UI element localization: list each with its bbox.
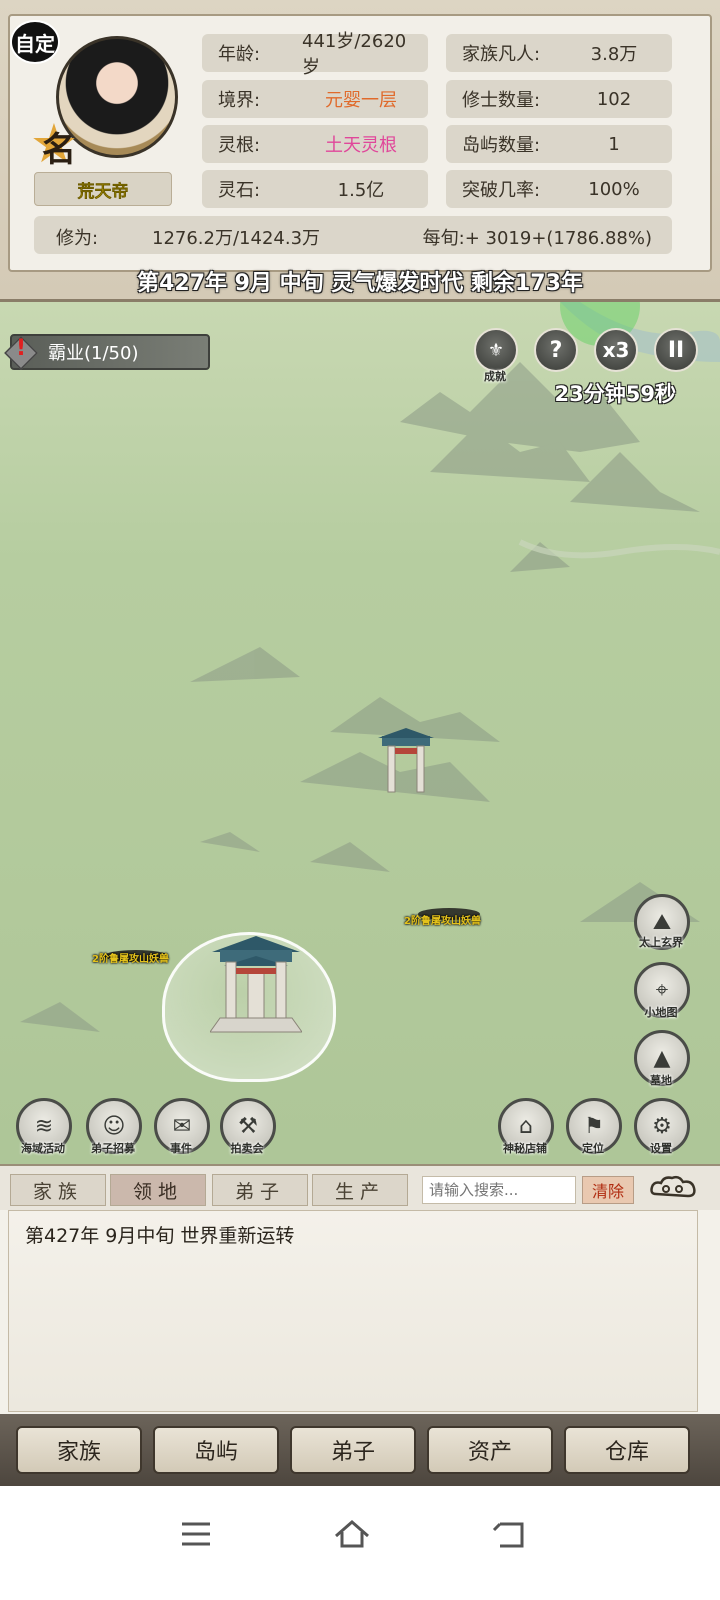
help-button[interactable]: ? — [534, 328, 578, 372]
location-pin-icon: ⌖ — [655, 977, 669, 1003]
bottom-nav: 家族 岛屿 弟子 资产 仓库 — [0, 1414, 720, 1486]
clear-button[interactable]: 清除 — [582, 1176, 634, 1204]
graveyard-label: 墓地 — [650, 1074, 672, 1087]
gavel-icon: ⚒ — [238, 1113, 258, 1139]
gear-icon: ⚙ — [652, 1113, 672, 1139]
tomb-mountain-icon: ▲ — [653, 1045, 671, 1071]
settings-label: 设置 — [650, 1142, 672, 1155]
event-log[interactable]: 第427年 9月中旬 世界重新运转 — [8, 1210, 698, 1412]
stat-spirit-stone: 灵石: 1.5亿 — [202, 170, 428, 208]
speed-button[interactable]: x3 — [594, 328, 638, 372]
stat-mortals-label: 家族凡人: — [462, 44, 541, 65]
cultivation-label: 修为: — [56, 228, 99, 249]
stat-islands-value: 1 — [608, 133, 620, 155]
events-label: 事件 — [170, 1142, 192, 1155]
stat-cultivators-value: 102 — [596, 88, 632, 110]
achievement-button[interactable]: ⚜ — [474, 328, 518, 372]
stat-breakthrough-value: 100% — [588, 178, 640, 200]
stat-breakthrough: 突破几率: 100% — [446, 170, 672, 208]
beast-label[interactable]: 2阶鲁屠攻山妖兽 — [92, 950, 169, 965]
stat-age-value: 441岁/2620岁 — [302, 31, 407, 78]
player-name[interactable]: 荒天帝 — [34, 172, 172, 206]
stat-islands-label: 岛屿数量: — [462, 135, 541, 156]
scroll-icon: ✉ — [172, 1113, 192, 1139]
stat-mortals-value: 3.8万 — [590, 44, 638, 65]
world-map[interactable]: 霸业(1/50) ! ⚜ ? x3 II 成就 23分钟59秒 2阶鲁屠攻山妖兽… — [0, 302, 720, 1164]
speed-label: x3 — [602, 338, 630, 362]
beast-label[interactable]: 2阶鲁屠攻山妖兽 — [404, 912, 481, 927]
flag-icon: ⚑ — [584, 1113, 604, 1139]
menu-icon[interactable] — [176, 1514, 216, 1554]
cultivation-bar: 修为: 1276.2万/1424.3万 每旬:+ 3019+(1786.88%) — [34, 216, 672, 254]
achievement-icon: ⚜ — [487, 339, 505, 361]
log-tab-bar: 家族 领地 弟子 生产 清除 — [0, 1164, 720, 1210]
person-icon: ☺ — [102, 1113, 126, 1139]
stat-root-value: 土天灵根 — [325, 135, 397, 156]
terrain-layer — [20, 302, 720, 1032]
gate-landmark-icon[interactable] — [376, 726, 436, 796]
stat-age: 年龄: 441岁/2620岁 — [202, 31, 428, 78]
stat-age-label: 年龄: — [218, 44, 261, 65]
achievement-label: 成就 — [484, 370, 506, 383]
cloud-icon[interactable] — [648, 1174, 698, 1204]
nav-family-button[interactable]: 家族 — [16, 1426, 142, 1474]
sect-gate-icon[interactable] — [210, 932, 302, 1036]
quest-banner[interactable]: 霸业(1/50) — [10, 334, 210, 370]
search-input[interactable] — [422, 1176, 576, 1204]
mountain-icon: ⛰ — [652, 909, 672, 935]
stat-cultivators: 修士数量: 102 — [446, 80, 672, 118]
stat-breakthrough-label: 突破几率: — [462, 180, 541, 201]
top-info-panel: 自定 ★ 名 荒天帝 年龄: 441岁/2620岁 境界: 元婴一层 灵根: 土… — [0, 0, 720, 302]
stat-islands: 岛屿数量: 1 — [446, 125, 672, 163]
mystery-shop-label: 神秘店铺 — [503, 1142, 547, 1155]
nav-assets-button[interactable]: 资产 — [427, 1426, 553, 1474]
tab-family[interactable]: 家族 — [10, 1174, 106, 1206]
stat-realm-value: 元婴一层 — [325, 90, 397, 111]
log-line: 第427年 9月中旬 世界重新运转 — [25, 1225, 295, 1247]
pause-icon: II — [667, 337, 685, 363]
tab-production[interactable]: 生产 — [312, 1174, 408, 1206]
tab-territory[interactable]: 领地 — [110, 1174, 206, 1206]
shop-icon: ⌂ — [519, 1113, 533, 1139]
stat-cultivators-label: 修士数量: — [462, 90, 541, 111]
back-icon[interactable] — [490, 1514, 530, 1554]
nav-disciples-button[interactable]: 弟子 — [290, 1426, 416, 1474]
year-banner: 第427年 9月 中旬 灵气爆发时代 剩余173年 — [137, 271, 583, 296]
nav-warehouse-button[interactable]: 仓库 — [564, 1426, 690, 1474]
countdown-timer: 23分钟59秒 — [554, 382, 676, 406]
custom-badge[interactable]: 自定 — [10, 20, 60, 64]
stat-mortals: 家族凡人: 3.8万 — [446, 34, 672, 72]
tab-disciples[interactable]: 弟子 — [212, 1174, 308, 1206]
stat-stone-label: 灵石: — [218, 180, 261, 201]
minimap-label: 小地图 — [644, 1006, 678, 1019]
stat-spirit-root: 灵根: 土天灵根 — [202, 125, 428, 163]
cultivation-value: 1276.2万/1424.3万 — [152, 228, 321, 249]
home-icon[interactable] — [332, 1514, 372, 1554]
nav-islands-button[interactable]: 岛屿 — [153, 1426, 279, 1474]
stat-realm-label: 境界: — [218, 90, 261, 111]
cultivation-per-turn: 每旬:+ 3019+(1786.88%) — [422, 228, 652, 249]
help-icon: ? — [549, 337, 563, 363]
stat-stone-value: 1.5亿 — [337, 180, 385, 201]
system-nav-bar — [0, 1486, 720, 1600]
pause-button[interactable]: II — [654, 328, 698, 372]
sea-activity-icon: ≋ — [34, 1113, 54, 1139]
stat-root-label: 灵根: — [218, 135, 261, 156]
locate-label: 定位 — [582, 1142, 604, 1155]
auction-label: 拍卖会 — [230, 1142, 264, 1155]
recruit-disciple-label: 弟子招募 — [91, 1142, 135, 1155]
quest-label: 霸业(1/50) — [48, 343, 139, 364]
alert-icon: ! — [16, 336, 27, 361]
sea-activity-label: 海域活动 — [21, 1142, 65, 1155]
upper-realm-label: 太上玄界 — [639, 936, 683, 949]
stat-realm: 境界: 元婴一层 — [202, 80, 428, 118]
rank-title: 名 — [42, 130, 76, 170]
